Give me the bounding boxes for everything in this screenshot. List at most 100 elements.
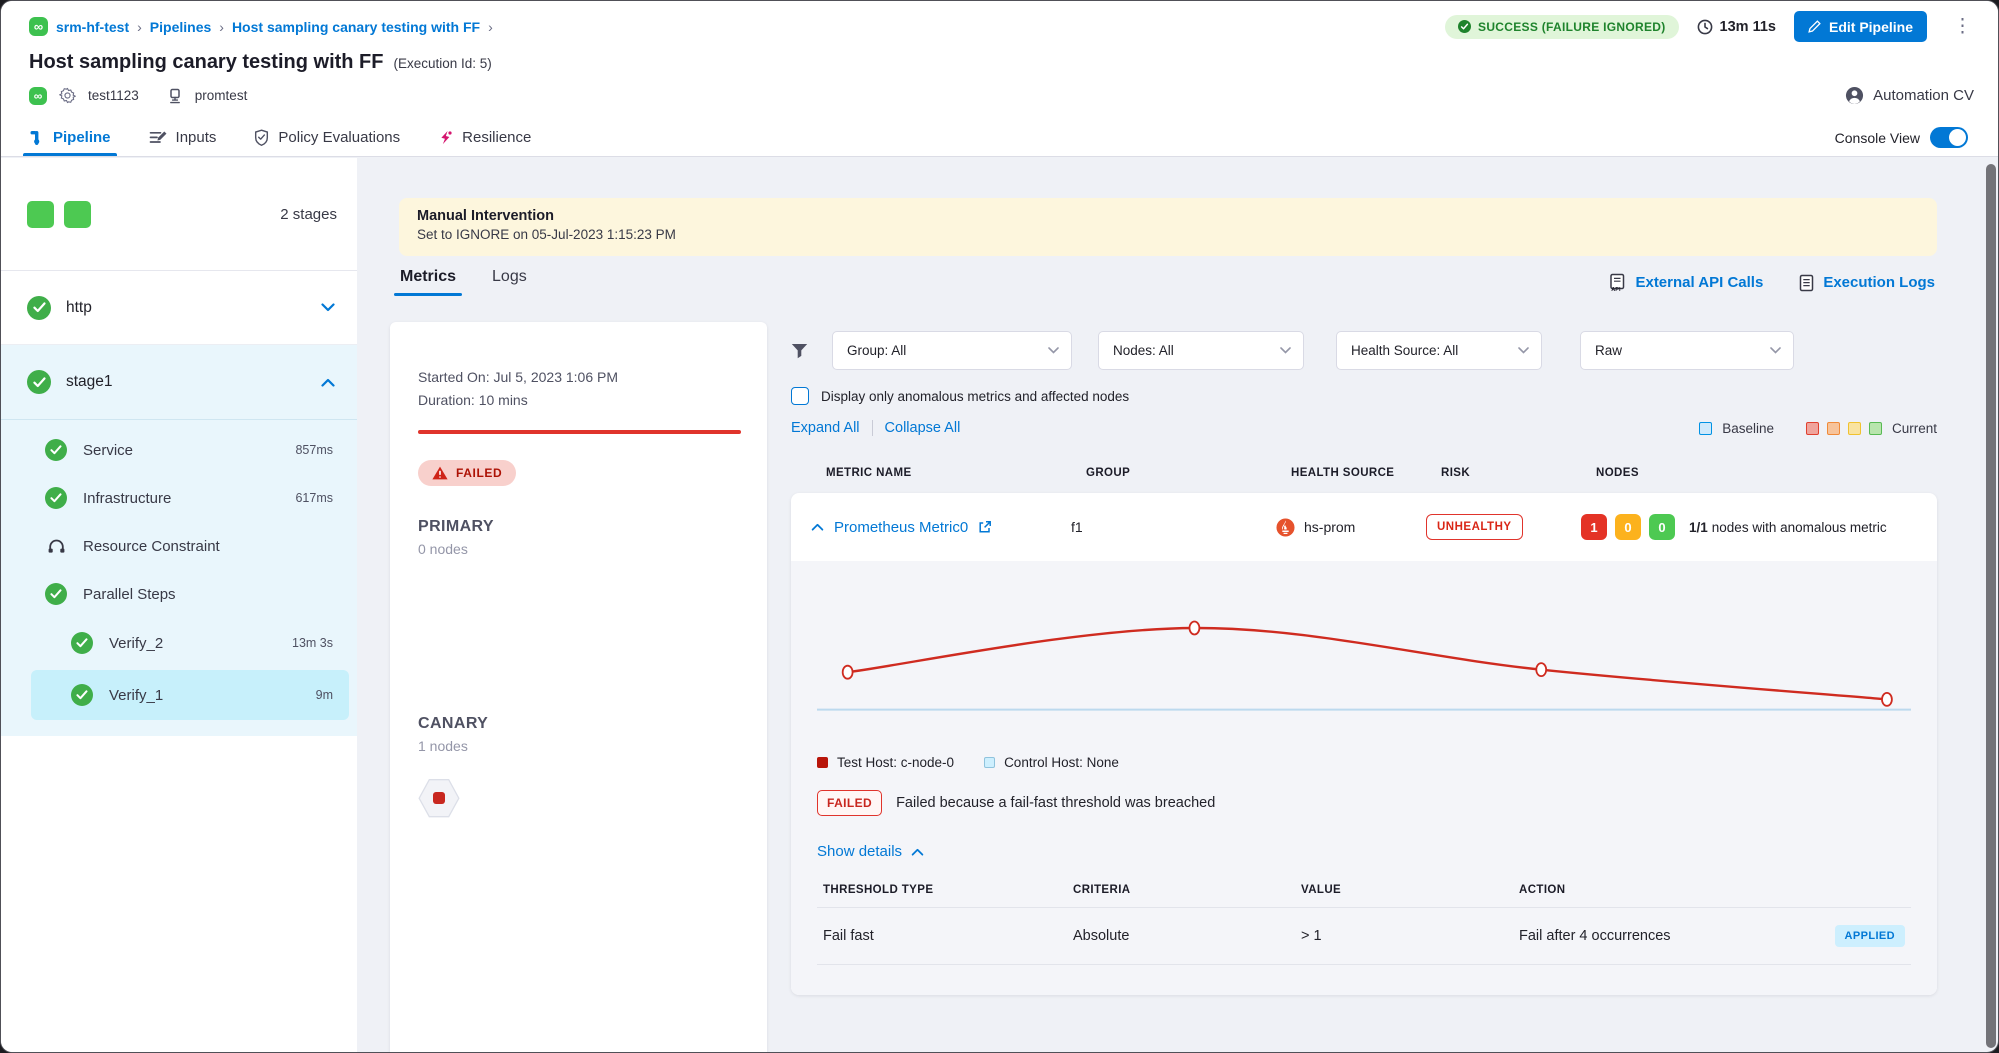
collapse-chevron-up-icon[interactable] — [811, 523, 824, 531]
health-source-icon — [167, 88, 183, 104]
current-green-swatch-icon — [1869, 422, 1882, 435]
success-check-icon — [71, 632, 93, 654]
vertical-scrollbar[interactable] — [1986, 164, 1996, 1048]
tab-pipeline[interactable]: Pipeline — [29, 119, 111, 156]
edit-pipeline-button[interactable]: Edit Pipeline — [1794, 11, 1927, 42]
sidebar-step-verify-1[interactable]: Verify_1 9m — [31, 670, 349, 720]
anomalous-checkbox[interactable] — [791, 387, 809, 405]
more-options-icon[interactable]: ⋮ — [1945, 15, 1980, 38]
sidebar-step-resource-constraint[interactable]: Resource Constraint — [1, 522, 357, 570]
step-duration: 857ms — [295, 443, 333, 457]
sidebar-step-infrastructure[interactable]: Infrastructure 617ms — [1, 474, 357, 522]
sidebar-stage-stage1[interactable]: stage1 — [1, 345, 357, 419]
chevron-down-icon — [1770, 347, 1781, 354]
metric-chart[interactable] — [817, 577, 1911, 747]
sidebar-stage-http[interactable]: http — [1, 271, 357, 345]
tab-metrics[interactable]: Metrics — [400, 268, 456, 296]
col-criteria: CRITERIA — [1073, 884, 1301, 896]
stage-square-icon[interactable] — [64, 201, 91, 228]
success-check-icon — [45, 487, 67, 509]
chevron-up-icon[interactable] — [321, 378, 335, 387]
filter-funnel-icon[interactable] — [791, 343, 808, 359]
control-host-legend: Control Host: None — [984, 755, 1119, 770]
control-host-legend-label: Control Host: None — [1004, 755, 1119, 770]
health-source-filter-value: Health Source: All — [1351, 343, 1458, 358]
tab-inputs[interactable]: Inputs — [149, 119, 217, 156]
step-label: Service — [83, 442, 279, 459]
breadcrumb-separator: › — [137, 19, 142, 35]
warning-node-count-badge: 0 — [1615, 514, 1641, 540]
resilience-icon — [438, 130, 453, 145]
show-details-link[interactable]: Show details — [817, 843, 1911, 860]
health-source-name[interactable]: promtest — [195, 88, 248, 103]
tab-inputs-label: Inputs — [176, 129, 217, 146]
breadcrumb-pipeline-name[interactable]: Host sampling canary testing with FF — [232, 19, 480, 35]
test-host-swatch-icon — [817, 757, 828, 768]
canary-node-hexagon[interactable] — [418, 778, 460, 818]
primary-node-count: 0 nodes — [418, 541, 741, 557]
nodes-filter-dropdown[interactable]: Nodes: All — [1098, 331, 1304, 370]
external-link-icon[interactable] — [978, 520, 992, 534]
chevron-down-icon[interactable] — [321, 303, 335, 312]
external-api-calls-link[interactable]: API External API Calls — [1609, 273, 1763, 292]
col-threshold-type: THRESHOLD TYPE — [823, 884, 1073, 896]
execution-sidebar: 2 stages http stage1 — [1, 158, 357, 1052]
view-mode-dropdown[interactable]: Raw — [1580, 331, 1794, 370]
check-circle-icon — [1458, 20, 1471, 33]
baseline-legend-label: Baseline — [1722, 421, 1774, 436]
console-view-toggle[interactable] — [1930, 127, 1968, 148]
inputs-icon — [149, 130, 167, 145]
prometheus-icon — [1276, 518, 1295, 537]
verify-summary-panel: Started On: Jul 5, 2023 1:06 PM Duration… — [390, 322, 767, 1052]
breadcrumb-pipelines[interactable]: Pipelines — [150, 19, 211, 35]
service-logo-icon: ∞ — [29, 87, 47, 105]
tab-policy-evaluations[interactable]: Policy Evaluations — [254, 119, 400, 156]
banner-title: Manual Intervention — [417, 208, 1919, 224]
tab-pipeline-label: Pipeline — [53, 129, 111, 146]
metrics-table-header: METRIC NAME GROUP HEALTH SOURCE RISK NOD… — [791, 467, 1937, 479]
status-badge: SUCCESS (FAILURE IGNORED) — [1445, 15, 1679, 39]
warning-triangle-icon — [432, 466, 448, 480]
sidebar-step-service[interactable]: Service 857ms — [1, 426, 357, 474]
nav-tabbar: Pipeline Inputs Policy Evaluations Resil… — [1, 119, 1998, 157]
pipeline-icon — [29, 130, 44, 146]
stage-square-icon[interactable] — [27, 201, 54, 228]
current-yellow-swatch-icon — [1848, 422, 1861, 435]
show-details-label: Show details — [817, 843, 902, 860]
breadcrumb-separator: › — [219, 19, 224, 35]
nodes-ratio: 1/1 — [1689, 520, 1708, 535]
metric-chart-legend: Test Host: c-node-0 Control Host: None — [817, 755, 1911, 770]
tab-resilience[interactable]: Resilience — [438, 119, 531, 156]
breadcrumb-project[interactable]: srm-hf-test — [56, 19, 129, 35]
group-filter-dropdown[interactable]: Group: All — [832, 331, 1072, 370]
panel-links: API External API Calls Execution Logs — [1609, 273, 1935, 292]
svg-text:API: API — [1612, 287, 1622, 292]
current-legend-label: Current — [1892, 421, 1937, 436]
sidebar-step-verify-2[interactable]: Verify_2 13m 3s — [1, 618, 357, 668]
canary-node-count: 1 nodes — [418, 738, 741, 754]
sidebar-step-parallel-steps[interactable]: Parallel Steps — [1, 570, 357, 618]
tab-logs[interactable]: Logs — [492, 268, 527, 296]
filter-row: Group: All Nodes: All Health Source: All… — [791, 331, 1937, 370]
test-host-legend-label: Test Host: c-node-0 — [837, 755, 954, 770]
execution-logs-link[interactable]: Execution Logs — [1799, 273, 1935, 292]
current-orange-swatch-icon — [1827, 422, 1840, 435]
elapsed-time: 13m 11s — [1697, 19, 1776, 35]
duration: Duration: 10 mins — [418, 389, 741, 412]
primary-label: PRIMARY — [418, 518, 741, 536]
service-name[interactable]: test1123 — [88, 88, 139, 103]
test-host-legend: Test Host: c-node-0 — [817, 755, 954, 770]
expand-all-link[interactable]: Expand All — [791, 420, 860, 436]
group-filter-value: Group: All — [847, 343, 906, 358]
toggle-knob — [1949, 129, 1966, 146]
collapse-all-link[interactable]: Collapse All — [885, 420, 961, 436]
stage-label: stage1 — [66, 373, 306, 391]
anomalous-checkbox-label[interactable]: Display only anomalous metrics and affec… — [821, 389, 1129, 404]
col-risk: RISK — [1441, 467, 1596, 479]
api-document-icon: API — [1609, 273, 1626, 292]
health-source-filter-dropdown[interactable]: Health Source: All — [1336, 331, 1542, 370]
shield-check-icon — [254, 129, 269, 146]
edit-pipeline-label: Edit Pipeline — [1829, 19, 1913, 35]
success-check-icon — [45, 439, 67, 461]
metric-name-link[interactable]: Prometheus Metric0 — [834, 519, 968, 536]
